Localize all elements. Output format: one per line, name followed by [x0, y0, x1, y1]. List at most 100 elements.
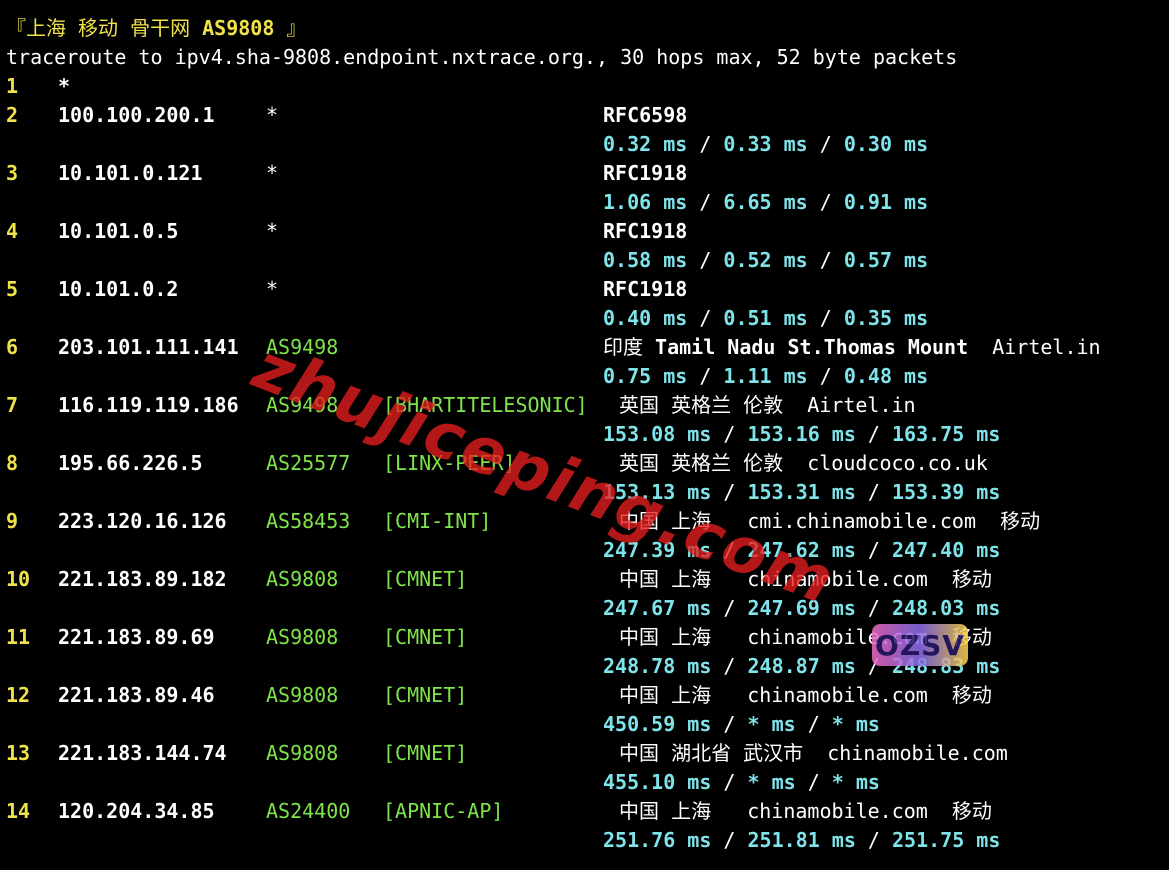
- latency-separator: /: [711, 422, 748, 446]
- latency-value: 0.30 ms: [843, 132, 929, 156]
- hop-network-tag: [CMNET]: [383, 741, 468, 765]
- hop-row: 6 203.101.111.141 AS9498 印度 Tamil Nadu St.T…: [6, 333, 1169, 391]
- latency-value: 153.13 ms: [603, 480, 712, 504]
- latency-value: 1.06 ms: [603, 190, 688, 214]
- hop-number: 14: [6, 799, 31, 823]
- hop-geo: RFC6598: [603, 103, 688, 127]
- hop-network-tag: [APNIC-AP]: [383, 799, 504, 823]
- hop-latency: 0.40 ms / 0.51 ms / 0.35 ms: [603, 304, 928, 333]
- latency-separator: /: [687, 190, 724, 214]
- hop-geo: 中国 湖北省 武汉市 chinamobile.com: [607, 741, 1008, 765]
- hop-ip: 10.101.0.121: [58, 161, 203, 185]
- traceroute-command: traceroute to ipv4.sha-9808.endpoint.nxt…: [6, 45, 958, 69]
- hop-no-asn: *: [266, 277, 279, 301]
- route-title-suffix: 』: [274, 16, 307, 40]
- latency-separator: /: [807, 306, 844, 330]
- hop-latency: 248.78 ms / 248.87 ms / 248.83 ms: [603, 652, 1000, 681]
- hop-geo: 中国 上海 chinamobile.com 移动: [607, 567, 992, 591]
- hop-geo: RFC1918: [603, 161, 688, 185]
- hop-row: 11 221.183.89.69 AS9808 [CMNET] 中国 上海 china…: [6, 623, 1169, 681]
- hop-row: 9 223.120.16.126 AS58453 [CMI-INT] 中国 上海 cm…: [6, 507, 1169, 565]
- hop-network-tag: [CMNET]: [383, 683, 468, 707]
- hop-row: 13 221.183.144.74 AS9808 [CMNET] 中国 湖北省 武汉市…: [6, 739, 1169, 797]
- hop-latency: 247.39 ms / 247.62 ms / 247.40 ms: [603, 536, 1000, 565]
- hop-number: 8: [6, 451, 19, 475]
- hop-number: 5: [6, 277, 19, 301]
- hop-ip: 120.204.34.85: [58, 799, 215, 823]
- latency-value: 153.31 ms: [747, 480, 856, 504]
- latency-separator: /: [807, 190, 844, 214]
- latency-value: 0.57 ms: [843, 248, 929, 272]
- latency-value: 153.39 ms: [892, 480, 1001, 504]
- hop-row: 7 116.119.119.186 AS9498 [BHARTITELESONIC] …: [6, 391, 1169, 449]
- route-title: 『上海 移动 骨干网 AS9808 』: [6, 14, 1169, 43]
- latency-separator: /: [855, 654, 892, 678]
- latency-separator: /: [855, 596, 892, 620]
- latency-value: 247.62 ms: [747, 538, 856, 562]
- hop-ip: 10.101.0.2: [58, 277, 179, 301]
- hop-latency: 0.58 ms / 0.52 ms / 0.57 ms: [603, 246, 928, 275]
- hop-number: 10: [6, 567, 31, 591]
- hop-latency: 450.59 ms / * ms / * ms: [603, 710, 880, 739]
- latency-value: 153.08 ms: [603, 422, 712, 446]
- latency-value: 0.91 ms: [843, 190, 929, 214]
- latency-value: 251.76 ms: [603, 828, 712, 852]
- hop-geo: 英国 英格兰 伦敦 Airtel.in: [607, 393, 916, 417]
- hop-ip: 223.120.16.126: [58, 509, 227, 533]
- hop-no-asn: *: [266, 103, 279, 127]
- hop-number: 12: [6, 683, 31, 707]
- terminal-window: 『上海 移动 骨干网 AS9808 』 traceroute to ipv4.s…: [0, 0, 1169, 870]
- hop-no-asn: *: [266, 219, 279, 243]
- latency-value: 0.32 ms: [603, 132, 688, 156]
- latency-value: 247.67 ms: [603, 596, 712, 620]
- hop-row: 8 195.66.226.5 AS25577 [LINX-PEER] 英国 英格兰 伦…: [6, 449, 1169, 507]
- hop-geo: 中国 上海 chinamobile.com 移动: [607, 683, 992, 707]
- hop-number: 7: [6, 393, 19, 417]
- latency-value: 247.39 ms: [603, 538, 712, 562]
- hop-latency: 1.06 ms / 6.65 ms / 0.91 ms: [603, 188, 928, 217]
- hop-network-tag: [CMI-INT]: [383, 509, 492, 533]
- hop-row: 12 221.183.89.46 AS9808 [CMNET] 中国 上海 china…: [6, 681, 1169, 739]
- hop-number: 1: [6, 74, 19, 98]
- latency-separator: /: [687, 306, 724, 330]
- latency-value: 0.33 ms: [723, 132, 808, 156]
- latency-value: 0.58 ms: [603, 248, 688, 272]
- hop-network-tag: [CMNET]: [383, 567, 468, 591]
- latency-separator: /: [711, 654, 748, 678]
- hop-latency: 455.10 ms / * ms / * ms: [603, 768, 880, 797]
- latency-value: 6.65 ms: [723, 190, 808, 214]
- hop-geo: 印度 Tamil Nadu St.Thomas Mount Airtel.in: [603, 333, 1101, 362]
- latency-value: 0.40 ms: [603, 306, 688, 330]
- latency-separator: /: [711, 538, 748, 562]
- latency-value: * ms: [747, 770, 796, 794]
- latency-separator: /: [795, 712, 832, 736]
- hop-latency: 153.13 ms / 153.31 ms / 153.39 ms: [603, 478, 1000, 507]
- hop-asn: AS9498: [266, 393, 339, 417]
- hop-asn: AS58453: [266, 509, 351, 533]
- latency-value: 153.16 ms: [747, 422, 856, 446]
- hop-no-asn: *: [266, 161, 279, 185]
- latency-value: 248.78 ms: [603, 654, 712, 678]
- hop-latency: 0.32 ms / 0.33 ms / 0.30 ms: [603, 130, 928, 159]
- latency-value: 247.40 ms: [892, 538, 1001, 562]
- latency-separator: /: [807, 248, 844, 272]
- hop-number: 6: [6, 335, 19, 359]
- hop-asn: AS25577: [266, 451, 351, 475]
- hop-number: 13: [6, 741, 31, 765]
- hop-number: 11: [6, 625, 31, 649]
- hop-asn: AS9808: [266, 741, 339, 765]
- latency-value: * ms: [831, 770, 880, 794]
- hop-row: 3 10.101.0.121 * RFC1918 1.06 ms / 6.65 ms /…: [6, 159, 1169, 217]
- latency-separator: /: [711, 480, 748, 504]
- latency-separator: /: [687, 364, 724, 388]
- hop-ip: 116.119.119.186: [58, 393, 239, 417]
- latency-separator: /: [855, 422, 892, 446]
- hop-ip: *: [58, 74, 71, 98]
- latency-separator: /: [855, 480, 892, 504]
- hop-geo-part: Airtel.in: [968, 335, 1101, 359]
- latency-value: 455.10 ms: [603, 770, 712, 794]
- hop-geo: 英国 英格兰 伦敦 cloudcoco.co.uk: [607, 451, 988, 475]
- latency-separator: /: [855, 538, 892, 562]
- hop-asn: AS9498: [266, 335, 339, 359]
- hop-row: 10 221.183.89.182 AS9808 [CMNET] 中国 上海 chin…: [6, 565, 1169, 623]
